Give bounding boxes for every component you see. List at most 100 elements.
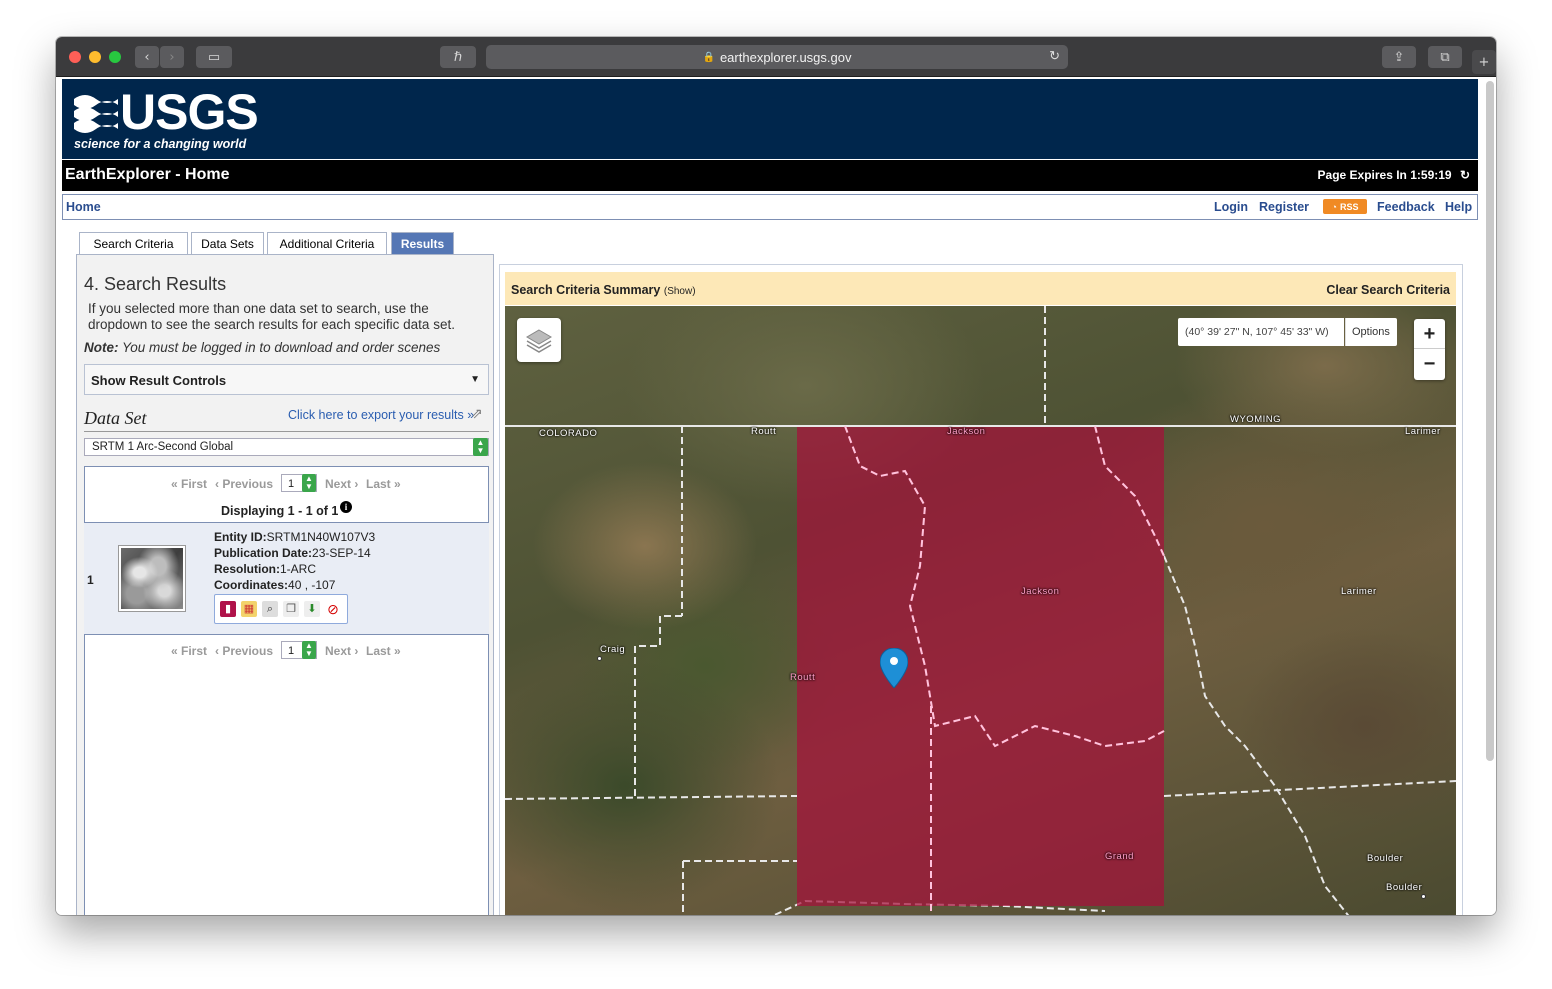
browser-titlebar: ‹ › ▭ ℏ 🔒 earthexplorer.usgs.gov ↻ ⇪ ⧉ +: [56, 37, 1496, 77]
usgs-header: USGS science for a changing world: [62, 79, 1478, 159]
pager-previous-link[interactable]: ‹ Previous: [215, 644, 273, 658]
location-pin-icon[interactable]: [880, 648, 908, 688]
share-button[interactable]: ⇪: [1382, 46, 1416, 68]
sidebar-toggle-button[interactable]: ▭: [196, 46, 232, 68]
map-boundaries-overlay: [844, 425, 1165, 906]
map-options-button[interactable]: Options: [1345, 318, 1397, 346]
tab-search-criteria[interactable]: Search Criteria: [79, 232, 188, 255]
chevron-left-icon: ‹: [144, 49, 150, 65]
county-label-larimer: Larimer: [1341, 586, 1377, 597]
back-button[interactable]: ‹: [135, 46, 159, 68]
lock-icon: 🔒: [702, 51, 715, 63]
browser-window: ‹ › ▭ ℏ 🔒 earthexplorer.usgs.gov ↻ ⇪ ⧉ +…: [56, 37, 1496, 915]
tabs-overview-button[interactable]: ⧉: [1428, 46, 1462, 68]
zoom-out-button[interactable]: −: [1414, 349, 1445, 379]
summary-title: Search Criteria Summary: [511, 283, 661, 297]
state-label-colorado: COLORADO: [539, 428, 598, 439]
county-label-routt: Routt: [751, 426, 777, 437]
url-text: earthexplorer.usgs.gov: [719, 49, 852, 65]
page-select[interactable]: 1 ▲ ▼: [281, 474, 317, 492]
clear-search-criteria-button[interactable]: Clear Search Criteria: [1326, 283, 1450, 297]
browse-overlay-icon[interactable]: ▦: [241, 601, 257, 617]
footprint-icon[interactable]: ▮: [220, 601, 236, 617]
show-result-controls-toggle[interactable]: Show Result Controls ▼: [84, 364, 489, 395]
external-link-icon[interactable]: ⇗: [471, 405, 483, 422]
county-label-jackson: Jackson: [947, 426, 986, 437]
town-marker: [1421, 894, 1426, 899]
coordinates: 40 , -107: [288, 578, 336, 592]
state-label-wyoming: WYOMING: [1230, 414, 1281, 425]
summary-show-link[interactable]: (Show): [664, 286, 696, 297]
exclude-icon[interactable]: ⊘: [325, 601, 341, 617]
session-expiry: Page Expires In 1:59:19 ↻: [1317, 168, 1470, 182]
select-arrows-icon: ▲ ▼: [302, 474, 316, 492]
forward-button[interactable]: ›: [160, 46, 184, 68]
info-icon[interactable]: i: [340, 501, 352, 513]
result-row: 1 Entity ID:SRTM1N40W107V3 Publication D…: [84, 522, 489, 635]
layers-icon: [526, 329, 552, 353]
rss-button[interactable]: ◔ RSS: [1323, 199, 1367, 214]
pager-next-link[interactable]: Next ›: [325, 644, 358, 658]
page-scrollbar[interactable]: [1486, 81, 1494, 761]
usgs-waves-icon: [74, 95, 118, 133]
cursor-coordinates: (40° 39' 27" N, 107° 45' 33" W): [1178, 318, 1344, 346]
county-label-routt: Routt: [790, 672, 816, 683]
nav-register-link[interactable]: Register: [1259, 200, 1309, 214]
refresh-icon[interactable]: ↻: [1460, 168, 1470, 182]
results-count: Displaying 1 - 1 of 1: [221, 504, 339, 518]
pager-first-link[interactable]: « First: [171, 644, 207, 658]
tab-data-sets[interactable]: Data Sets: [191, 232, 264, 255]
rss-icon: ◔: [1331, 201, 1337, 212]
export-results-link[interactable]: Click here to export your results »: [288, 408, 474, 422]
plus-icon: +: [1478, 54, 1490, 70]
share-icon: ⇪: [1393, 49, 1405, 65]
extension-button[interactable]: ℏ: [440, 46, 476, 68]
select-arrows-icon: ▲ ▼: [302, 641, 316, 659]
pager-next-link[interactable]: Next ›: [325, 477, 358, 491]
pager-previous-link[interactable]: ‹ Previous: [215, 477, 273, 491]
result-thumbnail[interactable]: [118, 545, 186, 612]
usgs-wordmark: USGS: [120, 84, 259, 140]
pager-first-link[interactable]: « First: [171, 477, 207, 491]
metadata-icon[interactable]: ⌕: [262, 601, 278, 617]
search-criteria-summary: Search Criteria Summary (Show) Clear Sea…: [505, 272, 1456, 305]
new-tab-button[interactable]: +: [1472, 50, 1496, 74]
download-icon[interactable]: ⬇: [304, 601, 320, 617]
pager-last-link[interactable]: Last »: [366, 644, 401, 658]
zoom-in-button[interactable]: +: [1414, 319, 1445, 349]
results-heading: 4. Search Results: [84, 274, 227, 294]
select-arrows-icon: ▲ ▼: [473, 438, 488, 456]
page-title: EarthExplorer - Home: [65, 166, 230, 183]
town-label-craig: Craig: [600, 644, 626, 655]
login-note: Note: You must be logged in to download …: [84, 340, 441, 355]
app-title-bar: EarthExplorer - Home Page Expires In 1:5…: [62, 160, 1478, 191]
zoom-control: + −: [1414, 319, 1445, 380]
page-select[interactable]: 1 ▲ ▼: [281, 641, 317, 659]
sidebar-icon: ▭: [207, 49, 221, 65]
layers-button[interactable]: [517, 318, 561, 362]
nav-login-link[interactable]: Login: [1214, 200, 1248, 214]
caret-down-icon: ▼: [470, 374, 480, 385]
county-label-boulder: Boulder: [1367, 853, 1404, 864]
address-bar[interactable]: 🔒 earthexplorer.usgs.gov ↻: [486, 45, 1068, 69]
compare-icon[interactable]: ❐: [283, 601, 299, 617]
minimize-window-button[interactable]: [89, 51, 101, 63]
pager-last-link[interactable]: Last »: [366, 477, 401, 491]
results-panel: 4. Search Results If you selected more t…: [76, 254, 494, 915]
results-list: « First ‹ Previous 1 ▲ ▼ Next › Last » Dis…: [84, 466, 489, 915]
dataset-label: Data Set: [84, 408, 147, 428]
nav-feedback-link[interactable]: Feedback: [1377, 200, 1435, 214]
nav-help-link[interactable]: Help: [1445, 200, 1472, 214]
dataset-select[interactable]: SRTM 1 Arc-Second Global ▲ ▼: [84, 438, 489, 456]
tab-additional-criteria[interactable]: Additional Criteria: [267, 232, 387, 255]
county-label-jackson: Jackson: [1021, 586, 1060, 597]
town-label-boulder: Boulder: [1386, 882, 1423, 893]
nav-home-link[interactable]: Home: [66, 200, 101, 214]
result-index: 1: [87, 573, 94, 587]
maximize-window-button[interactable]: [109, 51, 121, 63]
reload-icon[interactable]: ↻: [1049, 48, 1060, 64]
tab-results[interactable]: Results: [391, 232, 454, 255]
close-window-button[interactable]: [69, 51, 81, 63]
map-view[interactable]: (40° 39' 27" N, 107° 45' 33" W) Options …: [505, 306, 1456, 915]
publication-date: 23-SEP-14: [312, 546, 371, 560]
